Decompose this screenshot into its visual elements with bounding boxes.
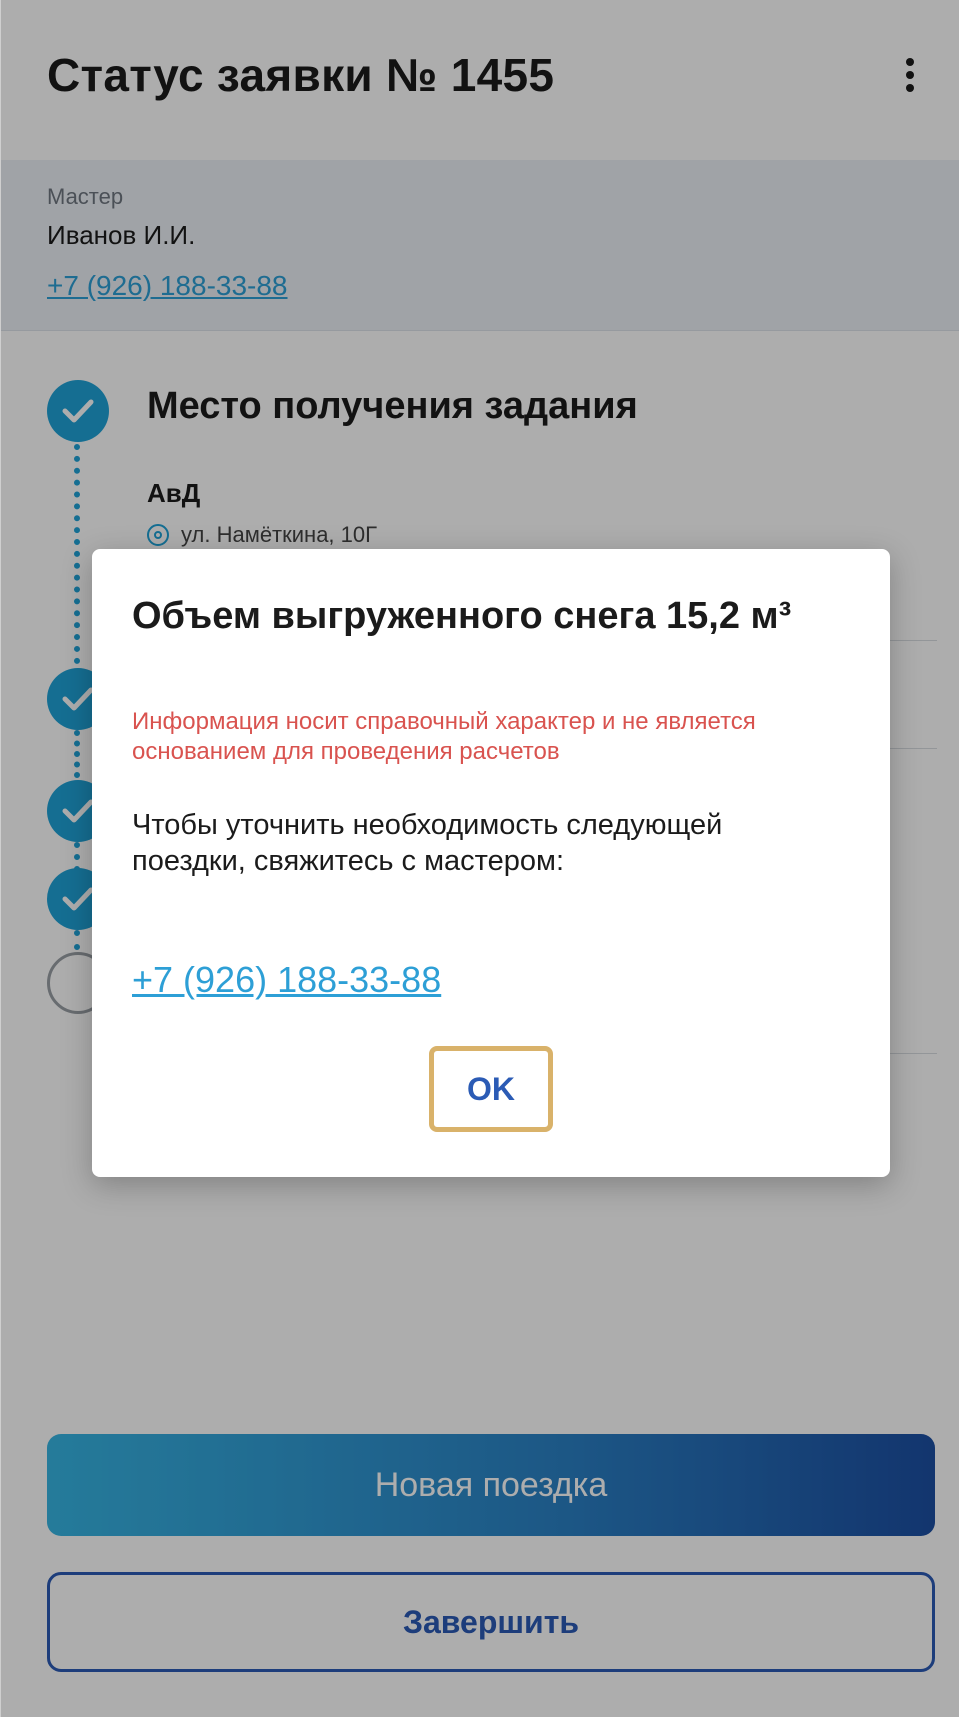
ok-button[interactable]: OK — [434, 1051, 548, 1127]
dialog-title: Объем выгруженного снега 15,2 м³ — [132, 595, 792, 637]
app-screen: Статус заявки № 1455 Мастер Иванов И.И. … — [0, 0, 959, 1717]
dialog-warning: Информация носит справочный характер и н… — [132, 708, 756, 765]
dialog-body: Чтобы уточнить необходимость следующей п… — [132, 809, 723, 877]
dialog-phone-link[interactable]: +7 (926) 188-33-88 — [132, 959, 441, 1001]
ok-button-highlight: OK — [429, 1046, 553, 1132]
snow-volume-dialog: Объем выгруженного снега 15,2 м³ Информа… — [92, 549, 890, 1177]
